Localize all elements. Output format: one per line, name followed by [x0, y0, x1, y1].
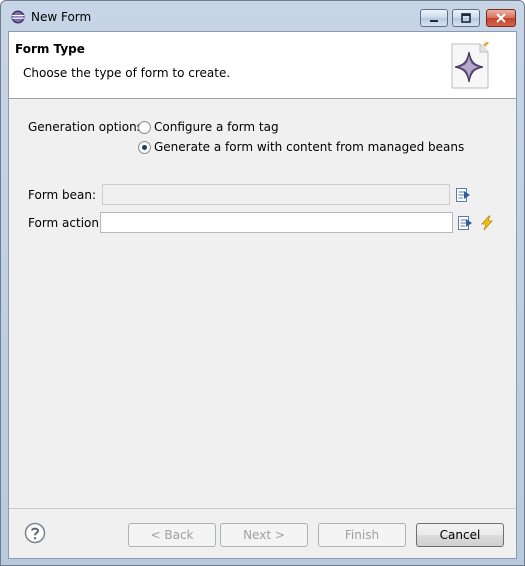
help-icon[interactable]	[24, 522, 46, 544]
close-button[interactable]	[486, 9, 516, 27]
next-button[interactable]: Next >	[220, 523, 308, 547]
form-action-label: Form action:	[28, 216, 104, 230]
minimize-icon	[430, 20, 438, 22]
maximize-icon	[461, 13, 471, 23]
form-action-field[interactable]	[100, 212, 453, 233]
title-bar[interactable]: New Form	[1, 1, 524, 31]
radio-generate-from-beans[interactable]	[138, 141, 151, 154]
wizard-banner-icon	[451, 42, 490, 89]
dialog-window: New Form Form Type Choose the type of fo…	[0, 0, 525, 566]
minimize-button[interactable]	[420, 9, 448, 27]
wizard-header: Form Type Choose the type of form to cre…	[9, 32, 516, 99]
generation-options-label: Generation options:	[28, 120, 147, 134]
maximize-button[interactable]	[452, 9, 480, 27]
page-description: Choose the type of form to create.	[23, 66, 231, 80]
radio-generate-from-beans-label[interactable]: Generate a form with content from manage…	[154, 140, 464, 154]
form-bean-field[interactable]	[102, 184, 450, 205]
finish-button[interactable]: Finish	[318, 523, 406, 547]
cancel-button[interactable]: Cancel	[416, 523, 504, 547]
footer-divider	[9, 508, 516, 509]
browse-bean-icon[interactable]	[455, 187, 471, 203]
radio-configure-form-tag[interactable]	[138, 121, 151, 134]
eclipse-icon	[11, 10, 25, 24]
close-icon	[496, 13, 506, 23]
back-button[interactable]: < Back	[128, 523, 216, 547]
window-title: New Form	[31, 10, 92, 24]
dialog-client-area: Form Type Choose the type of form to cre…	[8, 31, 517, 559]
lightning-icon[interactable]	[479, 215, 495, 231]
radio-configure-form-tag-label[interactable]: Configure a form tag	[154, 120, 279, 134]
page-title: Form Type	[15, 42, 85, 56]
form-bean-label: Form bean:	[28, 188, 97, 202]
browse-action-icon[interactable]	[457, 215, 473, 231]
